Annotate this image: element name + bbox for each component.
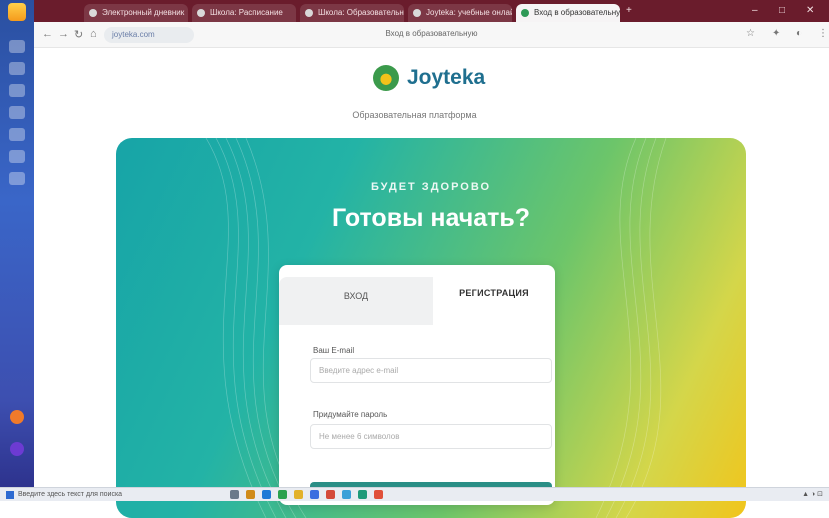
email-label: Ваш E-mail bbox=[313, 346, 355, 355]
tab-label: Электронный дневник bbox=[102, 8, 185, 17]
tab-login[interactable]: ВХОД bbox=[279, 277, 433, 325]
dock-app-icon[interactable] bbox=[9, 150, 25, 163]
browser-tab[interactable]: Школа: Расписание bbox=[192, 4, 296, 22]
joyteka-logo-icon bbox=[373, 65, 399, 91]
minimize-icon[interactable]: – bbox=[752, 5, 758, 16]
favicon-icon bbox=[305, 9, 313, 17]
new-tab-icon[interactable]: + bbox=[626, 5, 632, 16]
reload-icon[interactable]: ↻ bbox=[74, 28, 83, 41]
taskbar-app-icon[interactable] bbox=[374, 490, 383, 499]
tab-label: Школа: Расписание bbox=[210, 8, 283, 17]
app-launcher-icon[interactable] bbox=[8, 3, 26, 21]
start-icon[interactable] bbox=[6, 491, 14, 499]
dock-app-icon[interactable] bbox=[10, 410, 24, 424]
browser-tab-active[interactable]: Вход в образовательную bbox=[516, 4, 620, 22]
tab-label: Вход в образовательную bbox=[534, 8, 620, 17]
browser-tab[interactable]: Электронный дневник bbox=[84, 4, 188, 22]
taskbar-app-icon[interactable] bbox=[262, 490, 271, 499]
password-field[interactable]: Не менее 6 символов bbox=[310, 424, 552, 449]
taskbar-app-icon[interactable] bbox=[326, 490, 335, 499]
brand-logo[interactable]: Joyteka bbox=[373, 64, 485, 92]
forward-icon[interactable]: → bbox=[58, 28, 69, 40]
extensions-icon[interactable]: ✦ bbox=[772, 28, 780, 39]
close-window-icon[interactable]: ✕ bbox=[806, 5, 814, 16]
browser-tab[interactable]: Школа: Образовательная bbox=[300, 4, 404, 22]
taskbar-app-icon[interactable] bbox=[278, 490, 287, 499]
brand-name: Joyteka bbox=[407, 66, 486, 89]
taskbar-app-icon[interactable] bbox=[246, 490, 255, 499]
tab-register[interactable]: РЕГИСТРАЦИЯ bbox=[433, 265, 555, 319]
favicon-icon bbox=[521, 9, 529, 17]
hero-kicker: БУДЕТ ЗДОРОВО bbox=[370, 181, 492, 193]
dock-app-icon[interactable] bbox=[9, 40, 25, 53]
brand-subtitle: Образовательная платформа bbox=[352, 110, 477, 120]
tab-label: Joyteka: учебные онлайн bbox=[426, 8, 512, 17]
email-field[interactable]: Введите адрес e-mail bbox=[310, 358, 552, 383]
dock-app-icon[interactable] bbox=[9, 84, 25, 97]
os-side-dock bbox=[0, 0, 34, 501]
profile-icon[interactable]: ◐ bbox=[796, 28, 802, 39]
home-icon[interactable]: ⌂ bbox=[90, 28, 97, 40]
browser-tab-bar: Электронный дневник Школа: Расписание Шк… bbox=[34, 0, 829, 22]
browser-tab[interactable]: Joyteka: учебные онлайн bbox=[408, 4, 512, 22]
taskbar-app-icon[interactable] bbox=[294, 490, 303, 499]
dock-app-icon[interactable] bbox=[9, 128, 25, 141]
menu-icon[interactable]: ⋮ bbox=[818, 28, 828, 39]
hero-headline: Готовы начать? bbox=[331, 204, 531, 232]
os-taskbar: Введите здесь текст для поиска ▲ ◑ ⊡ bbox=[0, 487, 829, 501]
favicon-icon bbox=[197, 9, 205, 17]
bookmark-icon[interactable]: ☆ bbox=[746, 28, 755, 39]
dock-app-icon[interactable] bbox=[9, 172, 25, 185]
browser-address-bar: Вход в образовательную ← → ↻ ⌂ joyteka.c… bbox=[34, 22, 829, 48]
maximize-icon[interactable]: □ bbox=[779, 5, 785, 16]
back-icon[interactable]: ← bbox=[42, 28, 53, 40]
taskbar-app-icon[interactable] bbox=[230, 490, 239, 499]
favicon-icon bbox=[89, 9, 97, 17]
tab-label: Школа: Образовательная bbox=[318, 8, 404, 17]
dock-app-icon[interactable] bbox=[9, 62, 25, 75]
system-tray-icon[interactable]: ▲ ◑ ⊡ bbox=[802, 490, 823, 498]
url-field[interactable]: joyteka.com bbox=[104, 27, 194, 43]
dock-app-icon[interactable] bbox=[10, 442, 24, 456]
taskbar-app-icon[interactable] bbox=[358, 490, 367, 499]
favicon-icon bbox=[413, 9, 421, 17]
taskbar-app-icon[interactable] bbox=[342, 490, 351, 499]
password-label: Придумайте пароль bbox=[313, 410, 388, 419]
taskbar-search[interactable]: Введите здесь текст для поиска bbox=[18, 490, 198, 500]
taskbar-app-icon[interactable] bbox=[310, 490, 319, 499]
